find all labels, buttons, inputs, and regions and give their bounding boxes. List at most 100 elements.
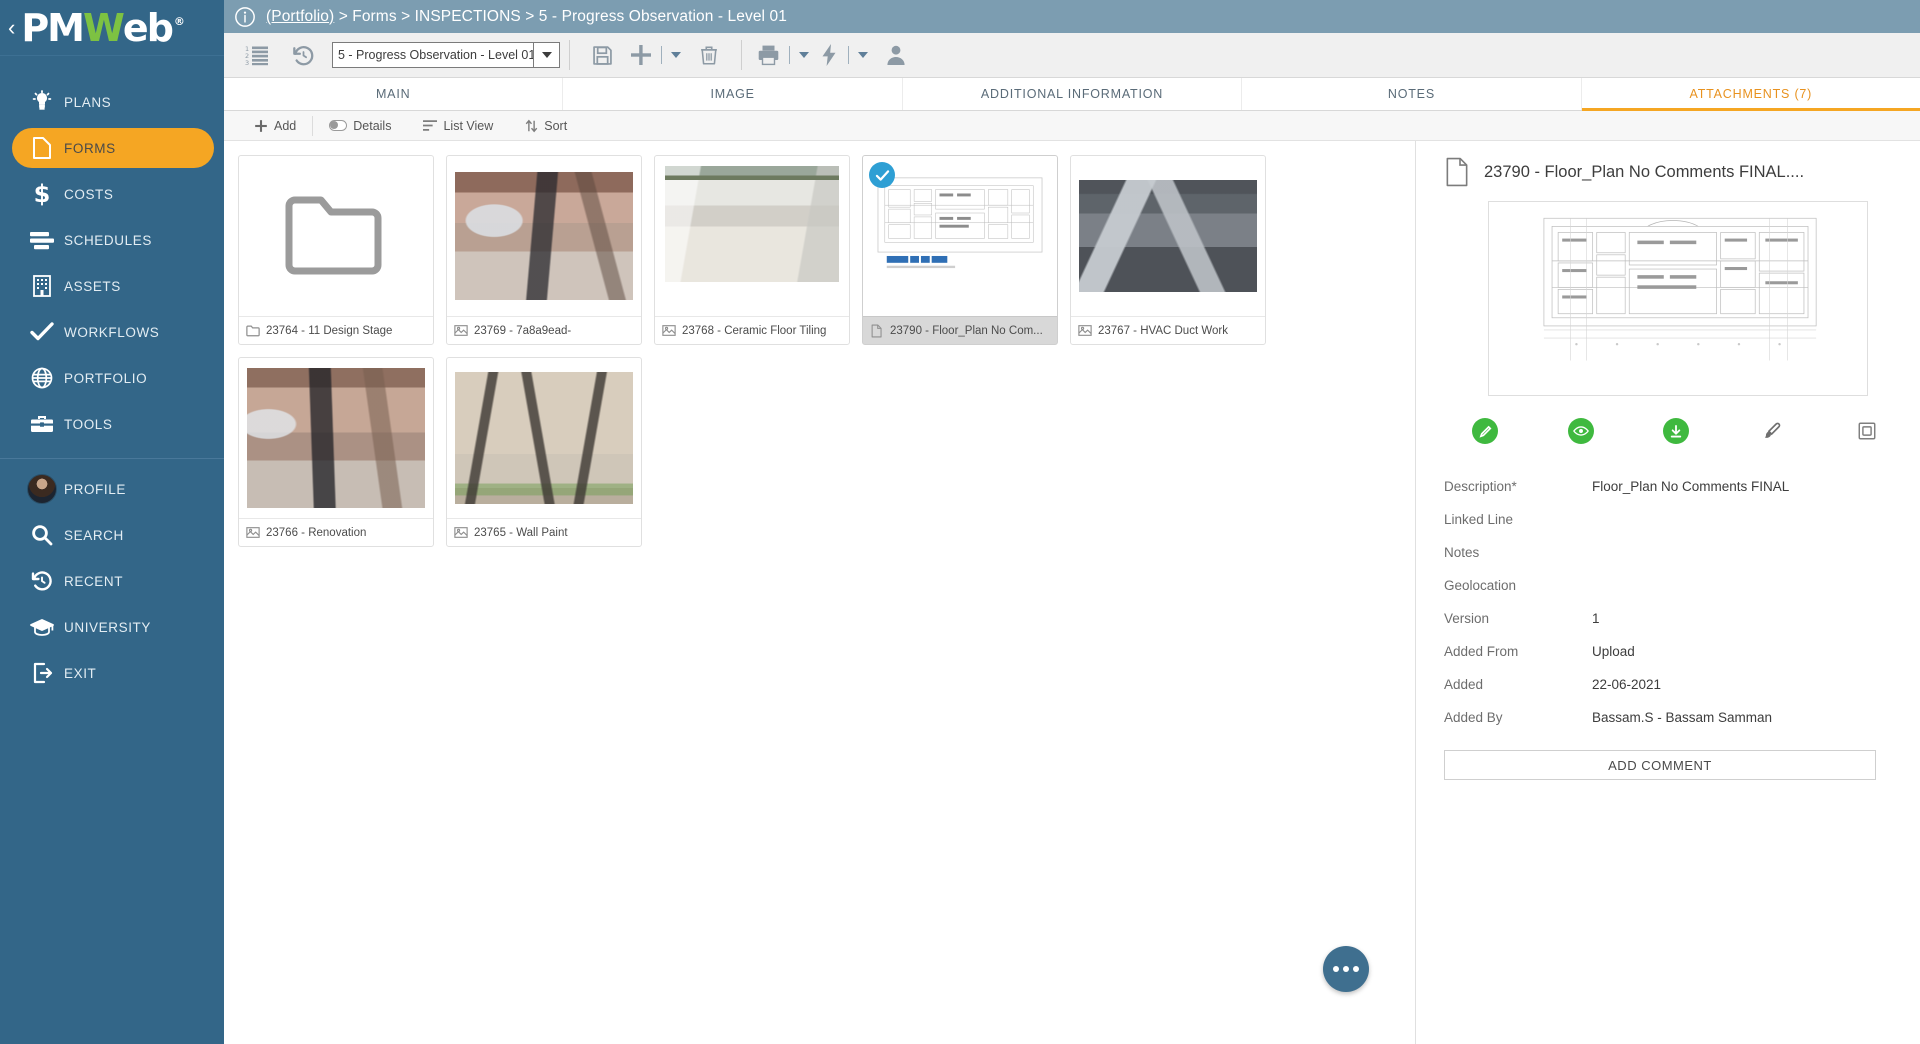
sidebar-item-label: RECENT (64, 574, 123, 589)
toggle-icon[interactable] (329, 120, 347, 131)
brand-logo[interactable]: ‹ PMWeb® (0, 0, 224, 56)
list-view-button[interactable]: List View (407, 111, 509, 141)
sidebar-item-recent[interactable]: RECENT (12, 561, 214, 601)
record-select[interactable]: 5 - Progress Observation - Level 01 (332, 42, 560, 68)
pdf-icon (870, 324, 884, 338)
details-toggle[interactable]: Details (313, 111, 407, 141)
add-attachment-label: Add (274, 119, 296, 133)
tab-additional-information[interactable]: ADDITIONAL INFORMATION (903, 78, 1242, 110)
info-circle-icon[interactable] (234, 6, 256, 28)
sidebar-item-schedules[interactable]: SCHEDULES (12, 220, 214, 260)
field-label: Added By (1444, 710, 1592, 725)
card-thumbnail (239, 358, 433, 518)
attachment-card-image[interactable]: 23769 - 7a8a9ead- (446, 155, 642, 345)
add-button[interactable] (625, 33, 657, 78)
chevron-left-icon[interactable]: ‹ (8, 17, 15, 39)
form-tabs: MAIN IMAGE ADDITIONAL INFORMATION NOTES … (224, 78, 1920, 111)
logo-eb: eb (123, 9, 172, 47)
tab-notes[interactable]: NOTES (1242, 78, 1581, 110)
tab-main[interactable]: MAIN (224, 78, 563, 110)
history-icon[interactable] (280, 33, 326, 78)
image-icon (1078, 324, 1092, 338)
tab-image[interactable]: IMAGE (563, 78, 902, 110)
sidebar-item-plans[interactable]: PLANS (12, 82, 214, 122)
more-actions-fab[interactable] (1323, 946, 1369, 992)
sort-label: Sort (544, 119, 567, 133)
field-value: Floor_Plan No Comments FINAL (1592, 479, 1789, 494)
attachment-card-image[interactable]: 23768 - Ceramic Floor Tiling (654, 155, 850, 345)
globe-icon (20, 366, 64, 390)
save-button[interactable] (579, 33, 625, 78)
thumbnail-image (665, 166, 839, 282)
field-row-notes: Notes (1444, 536, 1896, 569)
record-toolbar: 1 2 3 5 - Progress Observation - Level 0… (224, 33, 1920, 78)
person-icon[interactable] (873, 33, 919, 78)
edit-action-button[interactable] (1472, 418, 1498, 444)
print-button-group[interactable] (751, 33, 814, 78)
add-comment-button[interactable]: ADD COMMENT (1444, 750, 1876, 780)
sidebar-item-portfolio[interactable]: PORTFOLIO (12, 358, 214, 398)
sidebar-item-label: FORMS (64, 141, 116, 156)
attachment-card-image[interactable]: 23766 - Renovation (238, 357, 434, 547)
print-dropdown-caret-icon[interactable] (794, 33, 814, 78)
workflow-dropdown-caret-icon[interactable] (853, 33, 873, 78)
magnifier-icon (20, 523, 64, 547)
sidebar-item-label: PLANS (64, 95, 111, 110)
detail-action-row (1472, 418, 1880, 444)
copy-action-button[interactable] (1854, 418, 1880, 444)
sidebar-item-label: WORKFLOWS (64, 325, 159, 340)
chevron-down-icon[interactable] (533, 43, 559, 67)
download-action-button[interactable] (1663, 418, 1689, 444)
sidebar-item-label: SCHEDULES (64, 233, 152, 248)
logo-registered: ® (174, 16, 185, 27)
card-caption-text: 23790 - Floor_Plan No Com... (890, 325, 1043, 337)
breadcrumb-root-link[interactable]: (Portfolio) (266, 8, 334, 25)
toolbox-icon (20, 413, 64, 435)
attachment-card-image[interactable]: 23767 - HVAC Duct Work (1070, 155, 1266, 345)
field-row-added: Added 22-06-2021 (1444, 668, 1896, 701)
attachment-card-pdf-selected[interactable]: 23790 - Floor_Plan No Com... (862, 155, 1058, 345)
more-dots-icon (1333, 966, 1339, 972)
markup-action-button[interactable] (1759, 418, 1785, 444)
workflow-button-group[interactable] (814, 33, 873, 78)
field-row-description: Description* Floor_Plan No Comments FINA… (1444, 470, 1896, 503)
sidebar-item-tools[interactable]: TOOLS (12, 404, 214, 444)
sidebar-item-label: TOOLS (64, 417, 113, 432)
sidebar-item-label: UNIVERSITY (64, 620, 151, 635)
sort-button[interactable]: Sort (509, 111, 583, 141)
sidebar-item-costs[interactable]: $ COSTS (12, 174, 214, 214)
field-row-added-by: Added By Bassam.S - Bassam Samman (1444, 701, 1896, 734)
graduation-cap-icon (20, 616, 64, 638)
sidebar-item-workflows[interactable]: WORKFLOWS (12, 312, 214, 352)
sidebar-item-forms[interactable]: FORMS (12, 128, 214, 168)
sort-icon (525, 119, 538, 133)
attachment-card-folder[interactable]: 23764 - 11 Design Stage (238, 155, 434, 345)
sidebar-item-university[interactable]: UNIVERSITY (12, 607, 214, 647)
add-attachment-button[interactable]: Add (238, 111, 312, 141)
card-caption-text: 23766 - Renovation (266, 527, 366, 539)
print-button[interactable] (751, 33, 785, 78)
view-action-button[interactable] (1568, 418, 1594, 444)
sidebar-item-exit[interactable]: EXIT (12, 653, 214, 693)
building-icon (20, 274, 64, 298)
delete-button[interactable] (686, 33, 732, 78)
exit-icon (20, 661, 64, 685)
image-icon (246, 526, 260, 540)
add-dropdown-caret-icon[interactable] (666, 33, 686, 78)
tab-attachments[interactable]: ATTACHMENTS (7) (1582, 78, 1920, 110)
attachment-card-image[interactable]: 23765 - Wall Paint (446, 357, 642, 547)
add-button-group[interactable] (625, 33, 686, 78)
selected-check-badge (869, 162, 895, 188)
sidebar-item-search[interactable]: SEARCH (12, 515, 214, 555)
sidebar-item-profile[interactable]: PROFILE (12, 469, 214, 509)
sidebar-item-label: PROFILE (64, 482, 126, 497)
card-thumbnail (1071, 156, 1265, 316)
lightning-icon[interactable] (814, 33, 844, 78)
image-icon (454, 526, 468, 540)
image-icon (662, 324, 676, 338)
card-caption: 23790 - Floor_Plan No Com... (863, 316, 1057, 344)
sidebar-item-assets[interactable]: ASSETS (12, 266, 214, 306)
document-preview[interactable] (1488, 201, 1868, 396)
numbered-list-icon[interactable]: 1 2 3 (234, 33, 280, 78)
tab-label: ATTACHMENTS (7) (1690, 87, 1813, 101)
